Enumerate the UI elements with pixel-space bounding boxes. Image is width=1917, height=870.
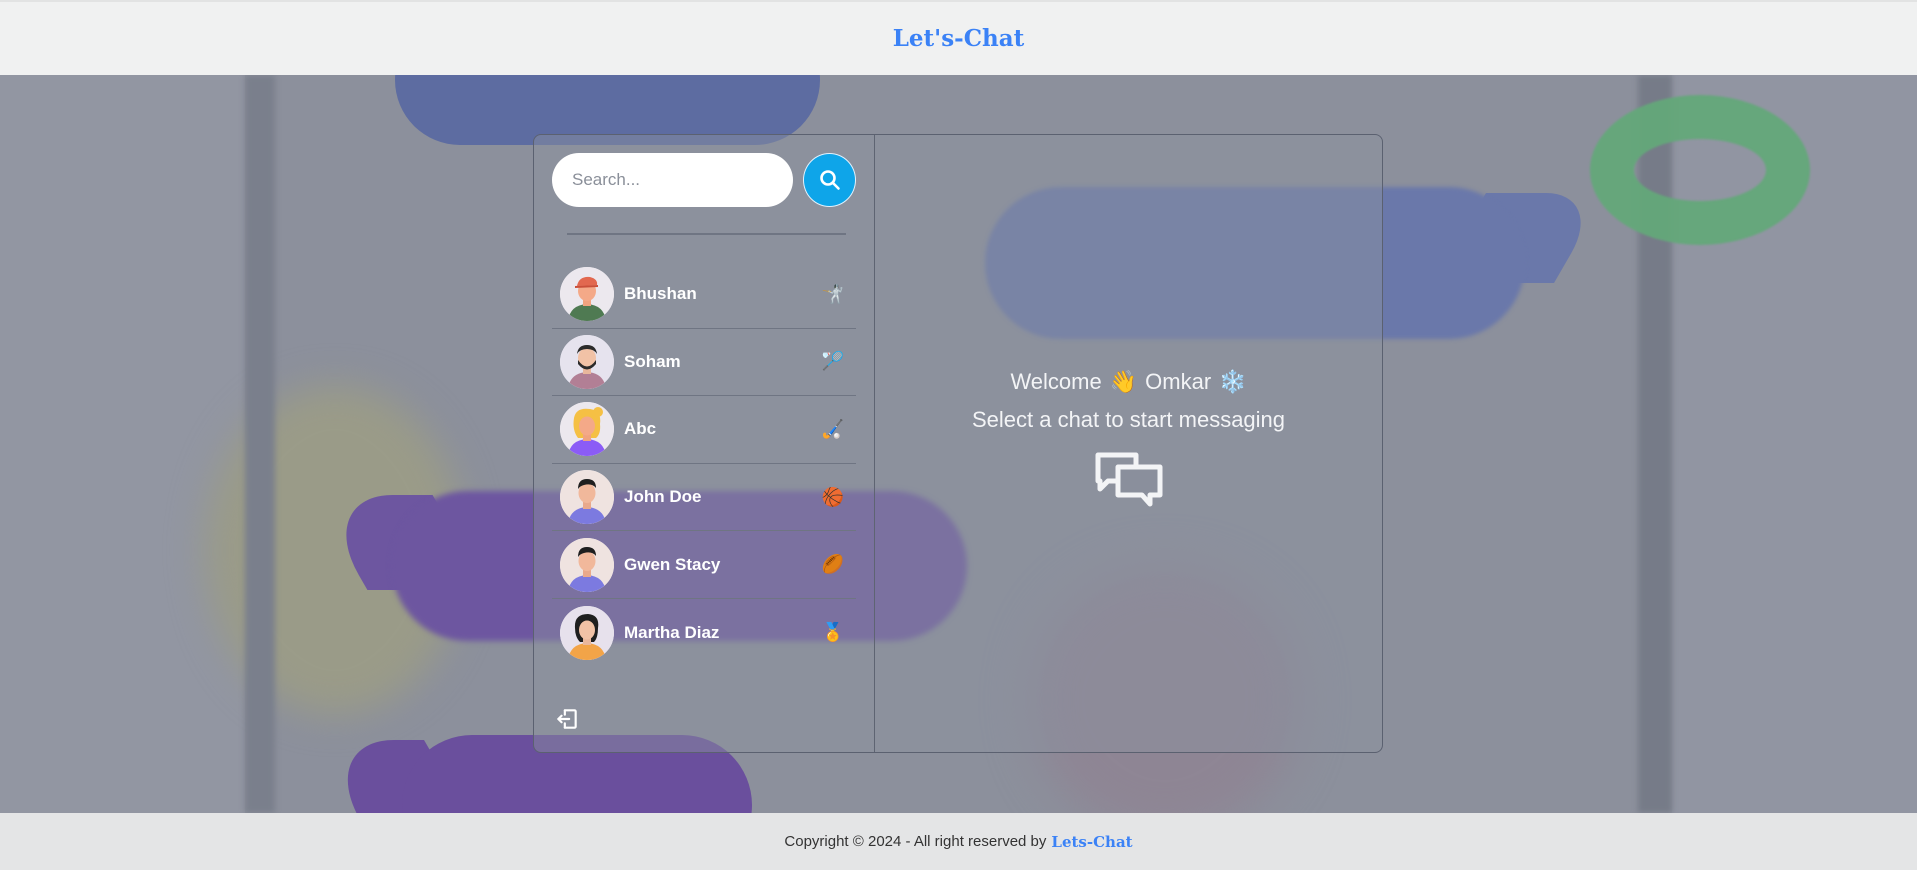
avatar — [560, 334, 614, 389]
background-strip-left — [0, 75, 245, 813]
background-ring — [1590, 95, 1810, 245]
welcome-label: Welcome — [1010, 368, 1102, 394]
logout-icon — [557, 709, 577, 729]
search-icon — [819, 170, 840, 190]
select-chat-message: Select a chat to start messaging — [971, 406, 1286, 432]
conversation-item[interactable]: Bhushan 🤺 — [552, 261, 856, 329]
conversation-emoji: 🏸 — [821, 351, 845, 372]
conversation-name: Bhushan — [624, 284, 697, 304]
chat-container: Bhushan 🤺 Soham 🏸 — [533, 134, 1383, 753]
avatar — [560, 470, 614, 525]
conversation-item[interactable]: Abc 🏑 — [552, 396, 856, 464]
avatar-man-cap-icon — [560, 267, 614, 322]
conversation-name: John Doe — [624, 487, 702, 507]
user-name: Omkar — [1145, 368, 1212, 394]
avatar — [560, 537, 614, 592]
conversation-item[interactable]: John Doe 🏀 — [552, 464, 856, 532]
conversation-item[interactable]: Martha Diaz 🏅 — [552, 599, 856, 667]
footer-brand-link[interactable]: Lets-Chat — [1051, 833, 1132, 851]
conversation-name: Soham — [624, 351, 681, 371]
welcome-panel: Welcome 👋 Omkar ❄️ Select a chat to star… — [875, 135, 1382, 752]
sidebar-divider — [567, 233, 846, 235]
conversation-emoji: 🤺 — [821, 283, 845, 304]
avatar — [560, 267, 614, 322]
background-panel-left — [245, 75, 275, 813]
avatar — [560, 605, 614, 660]
conversation-name: Gwen Stacy — [624, 554, 721, 574]
avatar-man-icon — [560, 537, 614, 592]
search-form — [552, 153, 856, 207]
avatar-woman-blonde-icon — [560, 402, 614, 457]
conversation-emoji: 🏅 — [821, 622, 845, 643]
app-title: Let's-Chat — [892, 25, 1025, 52]
conversation-item[interactable]: Soham 🏸 — [552, 329, 856, 397]
conversation-emoji: 🏉 — [821, 554, 845, 575]
wave-emoji: 👋 — [1109, 368, 1138, 394]
avatar-man-icon — [560, 470, 614, 525]
copyright-text: Copyright © 2024 - All right reserved by — [784, 833, 1047, 850]
conversation-name: Abc — [624, 419, 657, 439]
app-header: Let's-Chat — [0, 0, 1917, 75]
avatar-man-beard-icon — [560, 334, 614, 389]
conversation-list: Bhushan 🤺 Soham 🏸 Abc 🏑 John Doe 🏀 Gwen … — [552, 261, 856, 667]
search-input[interactable] — [552, 153, 793, 207]
search-button[interactable] — [803, 153, 856, 207]
conversation-name: Martha Diaz — [624, 622, 720, 642]
conversation-emoji: 🏀 — [821, 486, 845, 507]
sidebar: Bhushan 🤺 Soham 🏸 — [534, 135, 875, 752]
avatar — [560, 402, 614, 457]
app-footer: Copyright © 2024 - All right reserved by… — [0, 813, 1917, 870]
conversation-item[interactable]: Gwen Stacy 🏉 — [552, 531, 856, 599]
welcome-message: Welcome 👋 Omkar ❄️ — [1010, 369, 1246, 395]
avatar-woman-icon — [560, 605, 614, 660]
logout-button[interactable] — [554, 706, 582, 734]
snow-emoji: ❄️ — [1219, 368, 1247, 394]
chat-bubbles-icon — [1095, 452, 1162, 506]
conversation-emoji: 🏑 — [821, 418, 845, 439]
